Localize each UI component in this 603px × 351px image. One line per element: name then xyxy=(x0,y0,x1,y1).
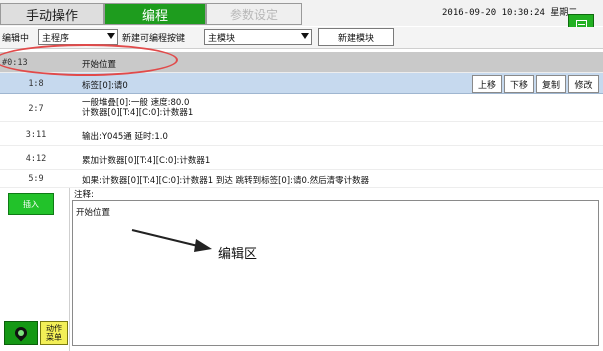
comment-editor[interactable] xyxy=(72,200,599,346)
table-row[interactable]: 3:11 输出:Y045通 延时:1.0 xyxy=(0,122,603,146)
row-text-line1: 一般堆叠[0]:一般 速度:80.0 xyxy=(82,98,190,108)
highlight-ellipse xyxy=(0,44,178,76)
modify-button[interactable]: 修改 xyxy=(568,75,599,93)
module-select-value: 主模块 xyxy=(208,33,236,44)
table-row[interactable]: 5:9 如果:计数器[0][T:4][C:0]:计数器1 到达 跳转到标签[0]… xyxy=(0,170,603,188)
move-up-button[interactable]: 上移 xyxy=(472,75,502,93)
move-down-button[interactable]: 下移 xyxy=(504,75,534,93)
tab-parameter-settings[interactable]: 参数设定 xyxy=(206,3,302,25)
editor-content: 开始位置 xyxy=(76,208,111,218)
action-menu-line2: 菜单 xyxy=(46,333,62,342)
edit-area-label: 编辑区 xyxy=(218,247,258,262)
map-pin-icon xyxy=(12,324,30,342)
action-menu-button[interactable]: 动作 菜单 xyxy=(40,321,68,345)
row-number: 1:8 xyxy=(28,79,44,89)
row-text: 标签[0]:请0 xyxy=(82,81,128,91)
chevron-down-icon xyxy=(301,33,309,39)
new-programmable-key-button[interactable]: 新建可编程按键 xyxy=(122,31,185,44)
new-module-button[interactable]: 新建模块 xyxy=(318,28,394,46)
copy-button[interactable]: 复制 xyxy=(536,75,566,93)
tab-programming[interactable]: 编程 xyxy=(104,3,206,25)
row-number: 3:11 xyxy=(25,130,47,140)
module-select[interactable]: 主模块 xyxy=(204,29,312,45)
row-text: 累加计数器[0][T:4][C:0]:计数器1 xyxy=(82,156,211,166)
row-text: 如果:计数器[0][T:4][C:0]:计数器1 到达 跳转到标签[0]:请0.… xyxy=(82,176,370,186)
editing-label: 编辑中 xyxy=(2,34,30,44)
chevron-down-icon xyxy=(107,33,115,39)
row-text: 输出:Y045通 延时:1.0 xyxy=(82,132,168,142)
program-select-value: 主程序 xyxy=(42,33,70,44)
table-row[interactable]: 2:7 一般堆叠[0]:一般 速度:80.0 计数器[0][T:4][C:0]:… xyxy=(0,94,603,122)
location-button[interactable] xyxy=(4,321,38,345)
row-text-line2: 计数器[0][T:4][C:0]:计数器1 xyxy=(82,108,194,118)
row-number: 2:7 xyxy=(28,104,44,114)
insert-button[interactable]: 插入 xyxy=(8,193,54,215)
row-number: 5:9 xyxy=(28,174,44,184)
program-select[interactable]: 主程序 xyxy=(38,29,118,45)
arrow-annotation-icon xyxy=(131,229,212,252)
datetime-display: 2016-09-20 10:30:24 星期二 xyxy=(442,8,578,18)
table-row[interactable]: 4:12 累加计数器[0][T:4][C:0]:计数器1 xyxy=(0,146,603,170)
action-menu-line1: 动作 xyxy=(46,324,62,333)
row-text: 一般堆叠[0]:一般 速度:80.0 计数器[0][T:4][C:0]:计数器1 xyxy=(82,98,193,118)
row-number: 4:12 xyxy=(25,154,47,164)
tab-manual-operation[interactable]: 手动操作 xyxy=(0,3,104,25)
comment-label: 注释: xyxy=(74,190,94,200)
